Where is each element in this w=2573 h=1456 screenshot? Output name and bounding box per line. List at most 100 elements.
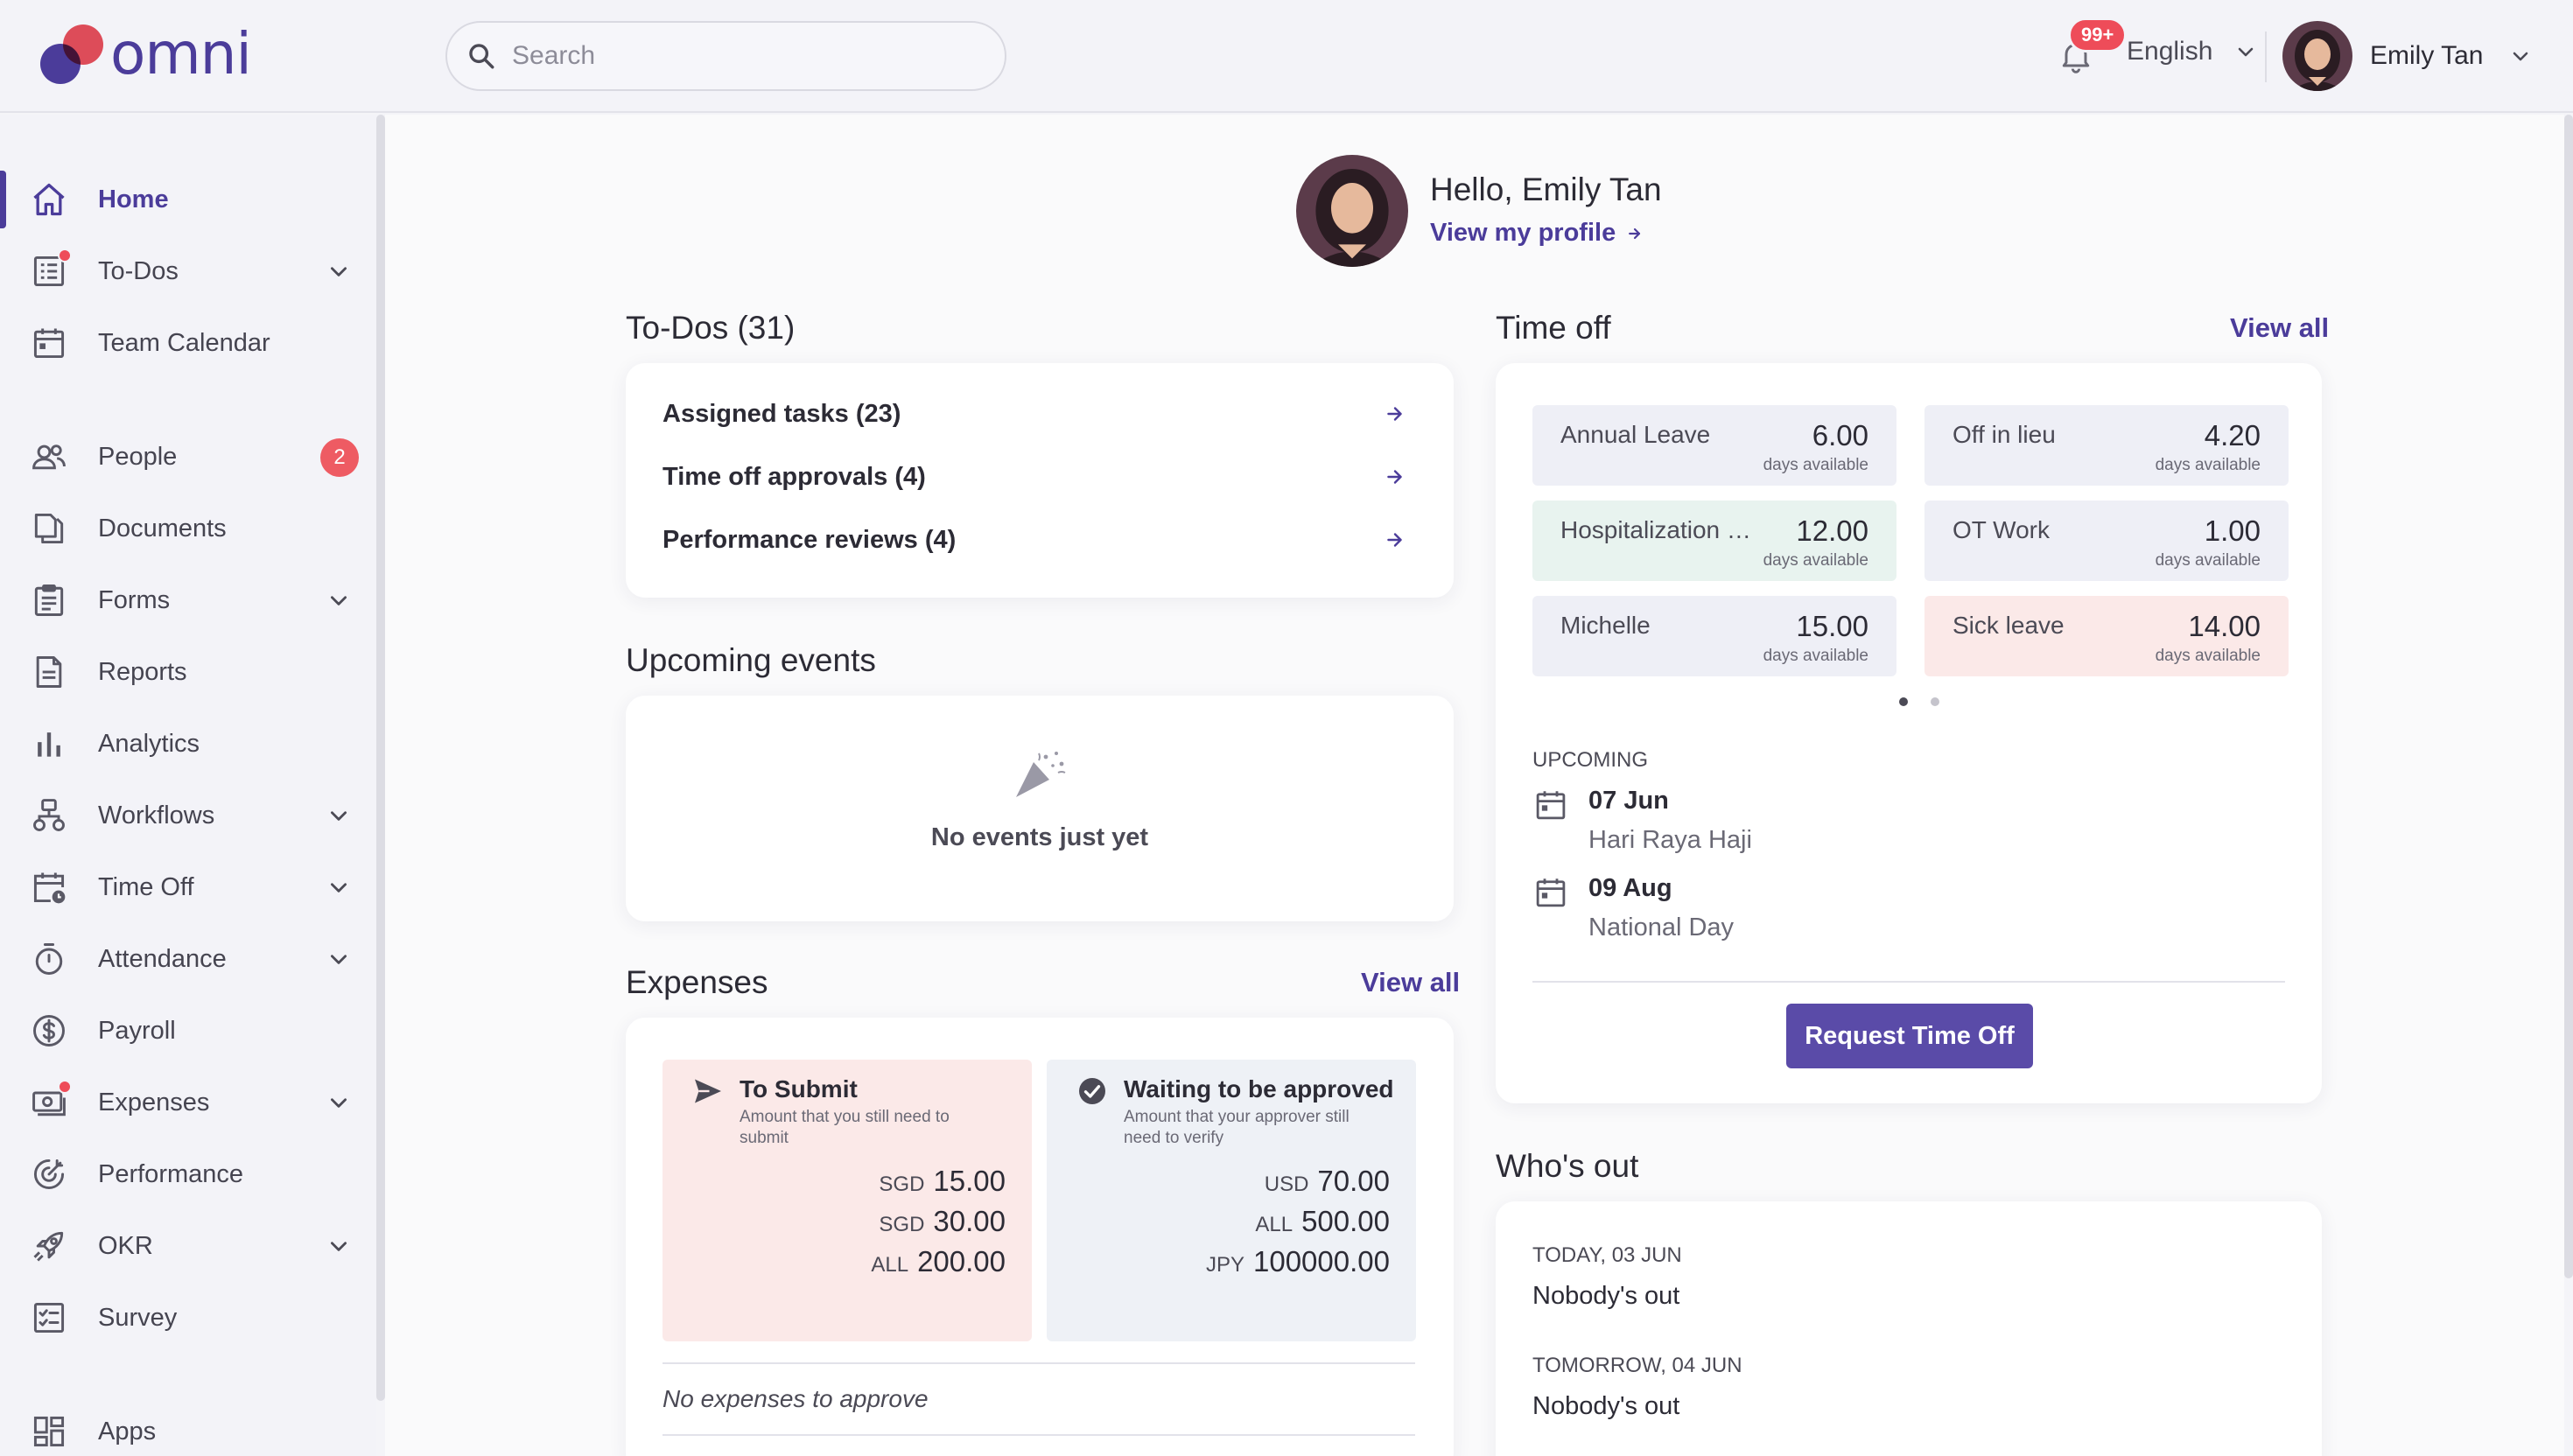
sidebar-item-label: Performance (98, 1159, 244, 1188)
leave-balance-value: 14.00 (2188, 610, 2261, 642)
amount-value: 70.00 (1317, 1165, 1390, 1197)
expenses-view-all-link[interactable]: View all (1361, 967, 1460, 998)
calendar-icon (30, 324, 68, 362)
sidebar-item-survey[interactable]: Survey (0, 1282, 376, 1354)
sidebar-item-time-off[interactable]: Time Off (0, 851, 376, 923)
sidebar-item-workflows[interactable]: Workflows (0, 780, 376, 851)
leave-balance-tile[interactable]: Michelle 15.00 days available (1532, 596, 1896, 676)
amount-value: 500.00 (1301, 1205, 1390, 1237)
chevron-down-icon[interactable] (327, 260, 350, 283)
amount-row: SGD 30.00 (879, 1205, 1006, 1238)
sidebar-item-team-calendar[interactable]: Team Calendar (0, 307, 376, 379)
amount-row: USD 70.00 (1265, 1165, 1390, 1198)
leave-balance-tile[interactable]: Sick leave 14.00 days available (1924, 596, 2289, 676)
expenses-title: Expenses (626, 964, 768, 1000)
waiting-approval-box[interactable]: Waiting to be approved Amount that your … (1047, 1060, 1416, 1341)
leave-balance-tile[interactable]: OT Work 1.00 days available (1924, 500, 2289, 581)
chevron-down-icon[interactable] (327, 1091, 350, 1114)
todo-row-time-off-approvals[interactable]: Time off approvals (4) (663, 451, 1406, 503)
waiting-approval-title: Waiting to be approved (1124, 1075, 1394, 1102)
request-time-off-button[interactable]: Request Time Off (1786, 1004, 2033, 1068)
holiday-date: 09 Aug (1588, 874, 1672, 902)
currency-code: USD (1264, 1172, 1309, 1196)
chevron-down-icon[interactable] (327, 589, 350, 612)
todo-row-performance-reviews[interactable]: Performance reviews (4) (663, 514, 1406, 566)
sidebar-item-label: Payroll (98, 1016, 176, 1045)
to-submit-title: To Submit (740, 1075, 858, 1102)
search-box[interactable] (445, 21, 1006, 91)
leave-balance-unit: days available (2155, 456, 2261, 474)
leave-balance-value: 6.00 (1812, 419, 1868, 452)
chevron-down-icon[interactable] (327, 876, 350, 899)
leave-balance-tile[interactable]: Annual Leave 6.00 days available (1532, 405, 1896, 486)
language-label: English (2127, 37, 2213, 66)
sidebar-item-analytics[interactable]: Analytics (0, 708, 376, 780)
sidebar-item-people[interactable]: People 2 (0, 421, 376, 493)
avatar (2282, 21, 2352, 91)
carousel-dot-active[interactable] (1899, 697, 1908, 706)
currency-code: SGD (879, 1172, 925, 1196)
people-count-badge: 2 (320, 438, 359, 477)
sidebar-item-performance[interactable]: Performance (0, 1138, 376, 1210)
leave-balance-unit: days available (1763, 551, 1868, 570)
amount-value: 30.00 (933, 1205, 1006, 1237)
search-input[interactable] (512, 41, 985, 71)
divider (663, 1434, 1415, 1436)
sidebar-item-expenses[interactable]: Expenses (0, 1067, 376, 1138)
to-submit-box[interactable]: To Submit Amount that you still need to … (663, 1060, 1032, 1341)
chevron-down-icon (2513, 52, 2527, 61)
todo-row-label: Performance reviews (4) (663, 525, 957, 554)
time-off-view-all-link[interactable]: View all (2230, 312, 2329, 344)
holiday-name: Hari Raya Haji (1588, 826, 1752, 854)
sidebar-item-attendance[interactable]: Attendance (0, 923, 376, 995)
chevron-down-icon[interactable] (327, 948, 350, 970)
sidebar-item-label: Apps (98, 1417, 157, 1446)
chevron-down-icon[interactable] (327, 1235, 350, 1257)
main-scrollbar[interactable] (2564, 115, 2573, 1278)
whos-out-day-label: TOMORROW, 04 JUN (1532, 1354, 1742, 1377)
language-selector[interactable]: English (2127, 37, 2256, 66)
todo-row-assigned-tasks[interactable]: Assigned tasks (23) (663, 388, 1406, 440)
sidebar-item-label: Survey (98, 1303, 178, 1332)
todos-card: Assigned tasks (23) Time off approvals (… (626, 363, 1454, 598)
leave-balance-value: 1.00 (2204, 514, 2261, 547)
report-icon (30, 653, 68, 691)
view-profile-link[interactable]: View my profile (1430, 219, 1644, 248)
sidebar-item-payroll[interactable]: Payroll (0, 995, 376, 1067)
divider (1532, 981, 2285, 983)
calendar-icon (1536, 791, 1566, 820)
user-menu[interactable]: Emily Tan (2282, 21, 2531, 91)
leave-balance-tile[interactable]: Hospitalization Leave 12.00 days availab… (1532, 500, 1896, 581)
amount-value: 100000.00 (1253, 1245, 1390, 1278)
no-expenses-text: No expenses to approve (663, 1385, 929, 1412)
no-events-text: No events just yet (930, 823, 1149, 851)
sidebar-item-reports[interactable]: Reports (0, 636, 376, 708)
dollar-icon (30, 1012, 68, 1050)
sidebar-item-todos[interactable]: To-Dos (0, 235, 376, 307)
chevron-down-icon[interactable] (327, 804, 350, 827)
sidebar-item-apps[interactable]: Apps (0, 1396, 376, 1456)
logo-text: omni (110, 20, 252, 88)
check-circle-icon (1079, 1078, 1105, 1104)
whos-out-day-label: TODAY, 03 JUN (1532, 1243, 1682, 1267)
holiday-date: 07 Jun (1588, 787, 1669, 815)
arrow-right-icon (1387, 407, 1402, 421)
leave-balance-unit: days available (2155, 647, 2261, 665)
leave-balance-value: 4.20 (2204, 419, 2261, 452)
profile-avatar[interactable] (1296, 155, 1408, 267)
home-icon (30, 180, 68, 219)
time-off-card: Annual Leave 6.00 days available Off in … (1496, 363, 2322, 1103)
amount-row: JPY 100000.00 (1206, 1245, 1390, 1278)
user-name: Emily Tan (2370, 41, 2484, 70)
omni-logo[interactable]: omni (40, 20, 252, 88)
leave-balance-value: 12.00 (1796, 514, 1868, 547)
sidebar-item-forms[interactable]: Forms (0, 564, 376, 636)
carousel-dot[interactable] (1931, 697, 1939, 706)
leave-balance-tile[interactable]: Off in lieu 4.20 days available (1924, 405, 2289, 486)
sidebar-item-label: Team Calendar (98, 328, 270, 357)
sidebar-item-okr[interactable]: OKR (0, 1210, 376, 1282)
sidebar-scrollbar[interactable] (376, 115, 385, 1401)
sidebar-item-label: People (98, 442, 178, 471)
sidebar-item-documents[interactable]: Documents (0, 493, 376, 564)
sidebar-item-home[interactable]: Home (0, 164, 376, 235)
